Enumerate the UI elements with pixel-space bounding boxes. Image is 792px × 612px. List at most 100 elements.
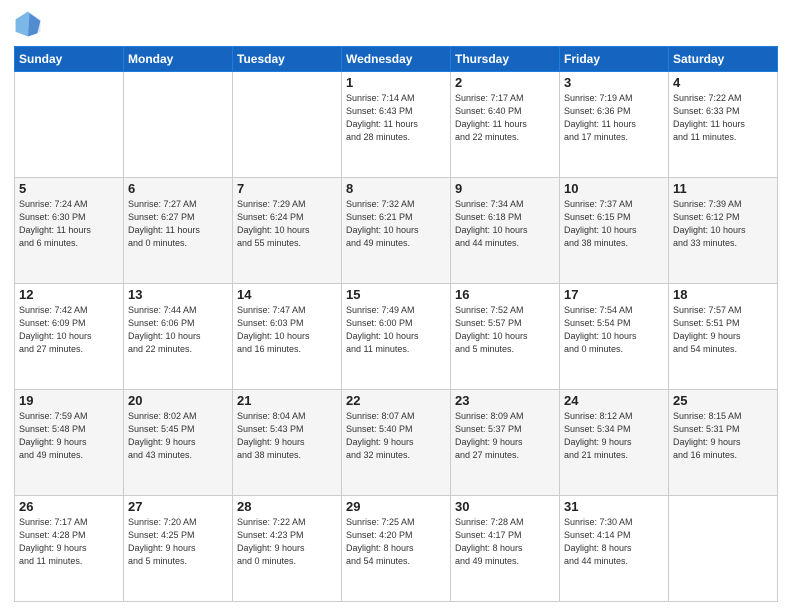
page: SundayMondayTuesdayWednesdayThursdayFrid… — [0, 0, 792, 612]
day-info: Sunrise: 7:57 AM Sunset: 5:51 PM Dayligh… — [673, 304, 773, 356]
day-number: 17 — [564, 287, 664, 302]
calendar-week-5: 26 Sunrise: 7:17 AM Sunset: 4:28 PM Dayli… — [15, 496, 778, 602]
day-info: Sunrise: 8:15 AM Sunset: 5:31 PM Dayligh… — [673, 410, 773, 462]
day-number: 1 — [346, 75, 446, 90]
day-info: Sunrise: 8:07 AM Sunset: 5:40 PM Dayligh… — [346, 410, 446, 462]
calendar-week-3: 12 Sunrise: 7:42 AM Sunset: 6:09 PM Dayli… — [15, 284, 778, 390]
day-number: 10 — [564, 181, 664, 196]
day-number: 30 — [455, 499, 555, 514]
calendar-week-1: 1 Sunrise: 7:14 AM Sunset: 6:43 PM Daylig… — [15, 72, 778, 178]
calendar-cell: 17 Sunrise: 7:54 AM Sunset: 5:54 PM Dayli… — [560, 284, 669, 390]
day-info: Sunrise: 7:27 AM Sunset: 6:27 PM Dayligh… — [128, 198, 228, 250]
day-number: 14 — [237, 287, 337, 302]
calendar-cell: 2 Sunrise: 7:17 AM Sunset: 6:40 PM Daylig… — [451, 72, 560, 178]
calendar-cell: 19 Sunrise: 7:59 AM Sunset: 5:48 PM Dayli… — [15, 390, 124, 496]
calendar-cell: 28Sunrise: 7:22 AM Sunset: 4:23 PM Dayli… — [233, 496, 342, 602]
weekday-header-wednesday: Wednesday — [342, 47, 451, 72]
day-info: Sunrise: 7:49 AM Sunset: 6:00 PM Dayligh… — [346, 304, 446, 356]
calendar-cell: 16 Sunrise: 7:52 AM Sunset: 5:57 PM Dayli… — [451, 284, 560, 390]
calendar-cell: 21Sunrise: 8:04 AM Sunset: 5:43 PM Dayli… — [233, 390, 342, 496]
day-info: Sunrise: 7:34 AM Sunset: 6:18 PM Dayligh… — [455, 198, 555, 250]
logo-icon — [14, 10, 42, 38]
calendar-cell — [669, 496, 778, 602]
calendar-cell: 31 Sunrise: 7:30 AM Sunset: 4:14 PM Dayli… — [560, 496, 669, 602]
calendar-cell: 1 Sunrise: 7:14 AM Sunset: 6:43 PM Daylig… — [342, 72, 451, 178]
weekday-header-friday: Friday — [560, 47, 669, 72]
weekday-header-thursday: Thursday — [451, 47, 560, 72]
day-info: Sunrise: 7:17 AM Sunset: 4:28 PM Dayligh… — [19, 516, 119, 568]
day-number: 16 — [455, 287, 555, 302]
day-number: 24 — [564, 393, 664, 408]
day-number: 3 — [564, 75, 664, 90]
calendar-cell: 4Sunrise: 7:22 AM Sunset: 6:33 PM Daylig… — [669, 72, 778, 178]
day-number: 22 — [346, 393, 446, 408]
day-number: 9 — [455, 181, 555, 196]
day-info: Sunrise: 7:59 AM Sunset: 5:48 PM Dayligh… — [19, 410, 119, 462]
day-info: Sunrise: 7:17 AM Sunset: 6:40 PM Dayligh… — [455, 92, 555, 144]
weekday-header-monday: Monday — [124, 47, 233, 72]
calendar-cell: 24 Sunrise: 8:12 AM Sunset: 5:34 PM Dayli… — [560, 390, 669, 496]
calendar-cell: 9 Sunrise: 7:34 AM Sunset: 6:18 PM Daylig… — [451, 178, 560, 284]
weekday-header-tuesday: Tuesday — [233, 47, 342, 72]
header — [14, 10, 778, 38]
day-info: Sunrise: 7:30 AM Sunset: 4:14 PM Dayligh… — [564, 516, 664, 568]
day-info: Sunrise: 7:52 AM Sunset: 5:57 PM Dayligh… — [455, 304, 555, 356]
day-info: Sunrise: 7:42 AM Sunset: 6:09 PM Dayligh… — [19, 304, 119, 356]
calendar-cell: 22 Sunrise: 8:07 AM Sunset: 5:40 PM Dayli… — [342, 390, 451, 496]
day-info: Sunrise: 8:12 AM Sunset: 5:34 PM Dayligh… — [564, 410, 664, 462]
calendar-cell: 3 Sunrise: 7:19 AM Sunset: 6:36 PM Daylig… — [560, 72, 669, 178]
weekday-header-saturday: Saturday — [669, 47, 778, 72]
calendar-header-row: SundayMondayTuesdayWednesdayThursdayFrid… — [15, 47, 778, 72]
day-number: 20 — [128, 393, 228, 408]
calendar-cell: 20Sunrise: 8:02 AM Sunset: 5:45 PM Dayli… — [124, 390, 233, 496]
day-number: 11 — [673, 181, 773, 196]
calendar-cell: 6 Sunrise: 7:27 AM Sunset: 6:27 PM Daylig… — [124, 178, 233, 284]
calendar-cell: 15 Sunrise: 7:49 AM Sunset: 6:00 PM Dayli… — [342, 284, 451, 390]
calendar-cell: 25Sunrise: 8:15 AM Sunset: 5:31 PM Dayli… — [669, 390, 778, 496]
day-info: Sunrise: 8:04 AM Sunset: 5:43 PM Dayligh… — [237, 410, 337, 462]
day-info: Sunrise: 7:14 AM Sunset: 6:43 PM Dayligh… — [346, 92, 446, 144]
calendar-cell — [15, 72, 124, 178]
calendar-week-2: 5 Sunrise: 7:24 AM Sunset: 6:30 PM Daylig… — [15, 178, 778, 284]
day-info: Sunrise: 7:32 AM Sunset: 6:21 PM Dayligh… — [346, 198, 446, 250]
day-info: Sunrise: 7:39 AM Sunset: 6:12 PM Dayligh… — [673, 198, 773, 250]
day-info: Sunrise: 7:20 AM Sunset: 4:25 PM Dayligh… — [128, 516, 228, 568]
day-info: Sunrise: 7:47 AM Sunset: 6:03 PM Dayligh… — [237, 304, 337, 356]
day-info: Sunrise: 7:37 AM Sunset: 6:15 PM Dayligh… — [564, 198, 664, 250]
day-info: Sunrise: 7:22 AM Sunset: 4:23 PM Dayligh… — [237, 516, 337, 568]
day-number: 26 — [19, 499, 119, 514]
calendar-week-4: 19 Sunrise: 7:59 AM Sunset: 5:48 PM Dayli… — [15, 390, 778, 496]
calendar-cell: 13 Sunrise: 7:44 AM Sunset: 6:06 PM Dayli… — [124, 284, 233, 390]
day-info: Sunrise: 7:54 AM Sunset: 5:54 PM Dayligh… — [564, 304, 664, 356]
day-number: 2 — [455, 75, 555, 90]
calendar-table: SundayMondayTuesdayWednesdayThursdayFrid… — [14, 46, 778, 602]
weekday-header-sunday: Sunday — [15, 47, 124, 72]
day-number: 13 — [128, 287, 228, 302]
day-number: 15 — [346, 287, 446, 302]
day-number: 18 — [673, 287, 773, 302]
day-number: 7 — [237, 181, 337, 196]
calendar-cell: 8Sunrise: 7:32 AM Sunset: 6:21 PM Daylig… — [342, 178, 451, 284]
day-number: 5 — [19, 181, 119, 196]
day-info: Sunrise: 7:28 AM Sunset: 4:17 PM Dayligh… — [455, 516, 555, 568]
calendar-cell: 14 Sunrise: 7:47 AM Sunset: 6:03 PM Dayli… — [233, 284, 342, 390]
day-number: 6 — [128, 181, 228, 196]
calendar-cell: 26 Sunrise: 7:17 AM Sunset: 4:28 PM Dayli… — [15, 496, 124, 602]
day-number: 19 — [19, 393, 119, 408]
day-info: Sunrise: 7:19 AM Sunset: 6:36 PM Dayligh… — [564, 92, 664, 144]
day-info: Sunrise: 7:44 AM Sunset: 6:06 PM Dayligh… — [128, 304, 228, 356]
day-info: Sunrise: 7:24 AM Sunset: 6:30 PM Dayligh… — [19, 198, 119, 250]
day-number: 29 — [346, 499, 446, 514]
day-number: 23 — [455, 393, 555, 408]
day-info: Sunrise: 7:25 AM Sunset: 4:20 PM Dayligh… — [346, 516, 446, 568]
calendar-cell: 29 Sunrise: 7:25 AM Sunset: 4:20 PM Dayli… — [342, 496, 451, 602]
day-number: 31 — [564, 499, 664, 514]
calendar-cell: 12 Sunrise: 7:42 AM Sunset: 6:09 PM Dayli… — [15, 284, 124, 390]
day-number: 12 — [19, 287, 119, 302]
calendar-cell: 10 Sunrise: 7:37 AM Sunset: 6:15 PM Dayli… — [560, 178, 669, 284]
day-info: Sunrise: 8:09 AM Sunset: 5:37 PM Dayligh… — [455, 410, 555, 462]
calendar-cell: 5 Sunrise: 7:24 AM Sunset: 6:30 PM Daylig… — [15, 178, 124, 284]
calendar-cell: 23 Sunrise: 8:09 AM Sunset: 5:37 PM Dayli… — [451, 390, 560, 496]
logo — [14, 10, 46, 38]
calendar-cell: 18 Sunrise: 7:57 AM Sunset: 5:51 PM Dayli… — [669, 284, 778, 390]
